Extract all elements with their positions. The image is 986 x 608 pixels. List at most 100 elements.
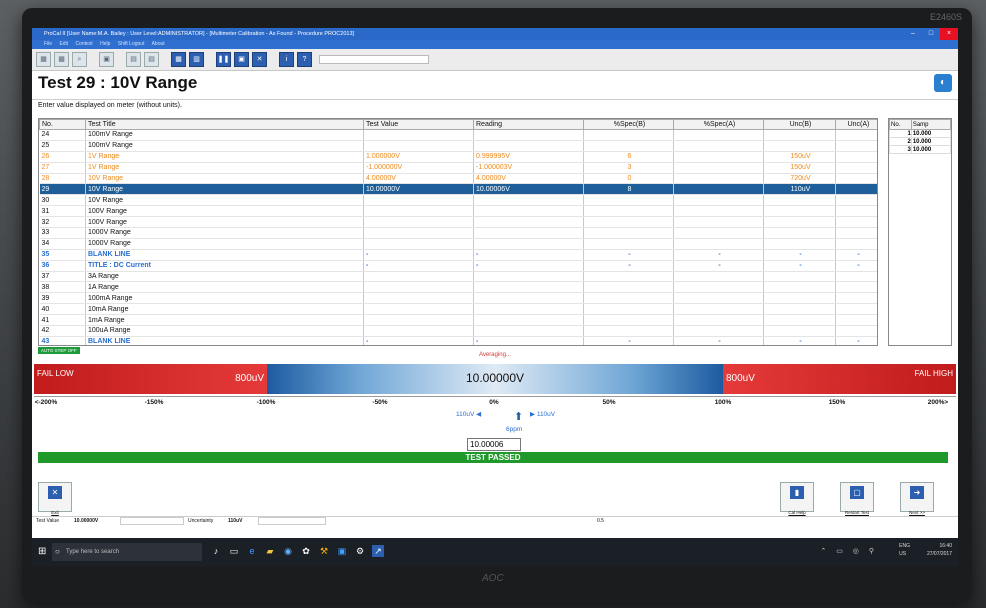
table-row[interactable]: 29 10V Range 10.00000V 10.00006V 8 110uV: [39, 183, 877, 196]
stop-icon[interactable]: ✕: [252, 52, 267, 67]
table-row[interactable]: 26 1V Range 1.000000V 0.999995V 6 150uV: [39, 151, 877, 163]
table-header-row: No. Test Title Test Value Reading %Spec(…: [39, 119, 877, 130]
taskbar-search[interactable]: Type here to search: [52, 543, 202, 561]
row-spec-b: [583, 325, 674, 337]
search-icon[interactable]: ⌕: [72, 52, 87, 67]
restart-test-button[interactable]: ▢ Restart Test: [840, 482, 874, 515]
table-row[interactable]: 28 10V Range 4.00000V 4.00000V 0 720uV: [39, 173, 877, 185]
row-unc-a: [835, 271, 877, 283]
scale-tick: 50%: [602, 399, 616, 406]
col-header-unc-a[interactable]: Unc(A): [835, 119, 877, 130]
table-row[interactable]: 42 100uA Range: [39, 325, 877, 337]
row-spec-b: 3: [583, 162, 674, 174]
table-row[interactable]: 41 1mA Range: [39, 314, 877, 327]
next-button[interactable]: ➜ Next >>: [900, 482, 934, 515]
toolbar-icon-2[interactable]: ▦: [54, 52, 69, 67]
cal-help-button[interactable]: ▮ Cal Help: [780, 482, 814, 515]
file-explorer-icon[interactable]: ▰: [264, 545, 276, 557]
row-title: 1V Range: [85, 162, 364, 174]
edge-icon[interactable]: e: [246, 545, 258, 557]
sample-row: 3 10.000: [889, 145, 952, 154]
toolbar-icon-6[interactable]: ▤: [144, 52, 159, 67]
row-spec-b: [583, 216, 674, 229]
app-icon[interactable]: ✿: [300, 545, 312, 557]
menu-edit[interactable]: Edit: [59, 41, 68, 47]
close-button[interactable]: ×: [940, 28, 958, 40]
sample-no: 2: [889, 137, 912, 146]
table-row[interactable]: 36 TITLE : DC Current - - - - - -: [39, 260, 877, 272]
row-title: 1A Range: [85, 281, 364, 294]
col-header-spec-a[interactable]: %Spec(A): [673, 119, 764, 130]
row-title: 100mV Range: [85, 140, 364, 152]
document-icon[interactable]: ▥: [189, 52, 204, 67]
row-spec-b: [583, 129, 674, 141]
table-row[interactable]: 35 BLANK LINE - - - - - -: [39, 249, 877, 261]
row-title: 10mA Range: [85, 303, 364, 316]
help-icon[interactable]: ?: [297, 52, 312, 67]
toolbar-icon-1[interactable]: ▦: [36, 52, 51, 67]
row-spec-b: -: [583, 260, 674, 272]
fail-low-zone: FAIL LOW 800uV: [34, 364, 267, 394]
task-view-icon[interactable]: ▭: [228, 545, 240, 557]
settings-gear-icon[interactable]: ⚙: [354, 545, 366, 557]
input-language[interactable]: ENG US: [899, 542, 910, 558]
reading-input[interactable]: 10.00006: [467, 438, 521, 451]
test-value-label: Test Value: [36, 518, 59, 524]
microphone-icon[interactable]: ♪: [210, 545, 222, 557]
procal-app-icon[interactable]: ▣: [336, 545, 348, 557]
info-box: [258, 517, 326, 525]
table-row[interactable]: 24 100mV Range: [39, 129, 877, 141]
tool-icon[interactable]: ⚒: [318, 545, 330, 557]
table-row[interactable]: 33 1000V Range: [39, 227, 877, 239]
table-row[interactable]: 39 100mA Range: [39, 292, 877, 305]
reading-arrow-icon: ⬆: [514, 411, 524, 423]
view-icon[interactable]: ▣: [234, 52, 249, 67]
store-icon[interactable]: ◉: [282, 545, 294, 557]
col-header-test-value[interactable]: Test Value: [363, 119, 474, 130]
pause-icon[interactable]: ❚❚: [216, 52, 231, 67]
grid-icon[interactable]: ▦: [171, 52, 186, 67]
col-header-reading[interactable]: Reading: [473, 119, 584, 130]
table-row[interactable]: 37 3A Range: [39, 271, 877, 283]
menu-context[interactable]: Context: [75, 41, 92, 47]
menu-shift-logout[interactable]: Shift Logout: [118, 41, 145, 47]
row-reading: 0.999995V: [473, 151, 584, 163]
maximize-button[interactable]: □: [922, 28, 940, 40]
toolbar-icon-4[interactable]: ▣: [99, 52, 114, 67]
col-header-spec-b[interactable]: %Spec(B): [583, 119, 674, 130]
minimize-button[interactable]: –: [904, 28, 922, 40]
active-app-icon[interactable]: ↗: [372, 545, 384, 557]
table-row[interactable]: 27 1V Range -1.000000V -1.000003V 3 150uV: [39, 162, 877, 174]
table-row[interactable]: 25 100mV Range: [39, 140, 877, 152]
table-row[interactable]: 43 BLANK LINE - - - - - -: [39, 336, 877, 345]
sample-row: 1 10.000: [889, 129, 952, 138]
table-row[interactable]: 34 1000V Range: [39, 238, 877, 250]
menu-help[interactable]: Help: [100, 41, 110, 47]
taskbar-clock[interactable]: 16:40 27/07/2017: [927, 542, 952, 558]
row-spec-b: [583, 227, 674, 239]
table-row[interactable]: 32 100V Range: [39, 216, 877, 229]
menu-file[interactable]: File: [44, 41, 52, 47]
toolbar-icon-5[interactable]: ▤: [126, 52, 141, 67]
col-header-unc-b[interactable]: Unc(B): [763, 119, 836, 130]
table-row[interactable]: 38 1A Range: [39, 281, 877, 294]
system-tray-icons[interactable]: ⌃ ▭ ◎ ⚲: [820, 547, 878, 555]
col-header-no[interactable]: No.: [39, 119, 86, 130]
table-row[interactable]: 30 10V Range: [39, 194, 877, 207]
row-no: 28: [39, 173, 86, 185]
info-icon[interactable]: i: [279, 52, 294, 67]
row-spec-a: [673, 183, 764, 196]
row-unc-a: [835, 194, 877, 207]
col-header-title[interactable]: Test Title: [85, 119, 364, 130]
table-row[interactable]: 40 10mA Range: [39, 303, 877, 316]
table-row[interactable]: 31 100V Range: [39, 205, 877, 218]
row-unc-a: [835, 173, 877, 185]
row-test-value: 1.000000V: [363, 151, 474, 163]
row-no: 32: [39, 216, 86, 229]
exit-button[interactable]: ✕ Exit: [38, 482, 72, 515]
windows-start-icon[interactable]: ⊞: [38, 546, 46, 557]
row-test-value: [363, 140, 474, 152]
toolbar-input[interactable]: [319, 55, 429, 64]
menu-about[interactable]: About: [152, 41, 165, 47]
row-reading: 4.00000V: [473, 173, 584, 185]
